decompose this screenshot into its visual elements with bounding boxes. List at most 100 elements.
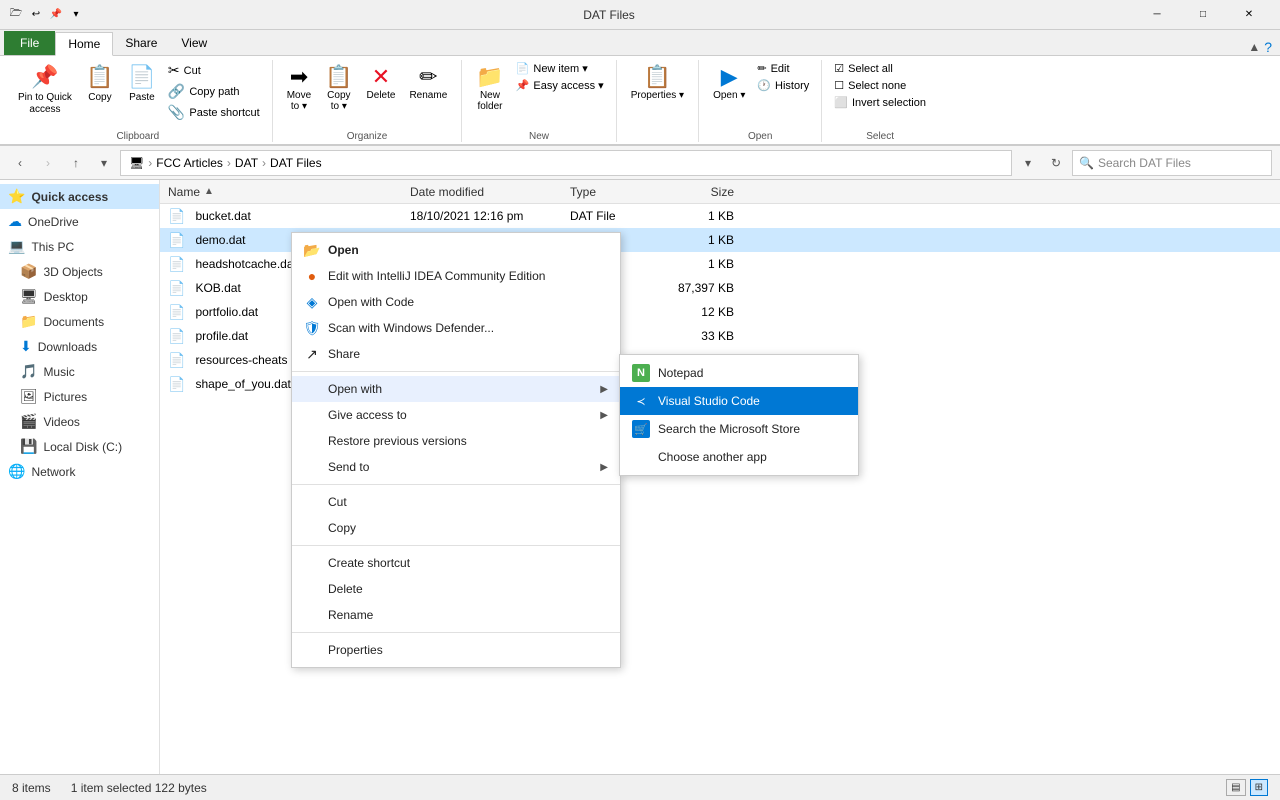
ctx-intellij-item[interactable]: ● Edit with IntelliJ IDEA Community Edit…: [292, 263, 620, 289]
invert-selection-button[interactable]: ⬜ Invert selection: [830, 94, 930, 111]
open-button[interactable]: ▶ Open ▾: [707, 60, 751, 105]
tab-share[interactable]: Share: [113, 31, 169, 55]
ctx-open-with-item[interactable]: Open with ▶: [292, 376, 620, 402]
quick-access-icon1[interactable]: ↩: [28, 7, 44, 23]
ctx-give-access-item[interactable]: Give access to ▶: [292, 402, 620, 428]
path-dat[interactable]: DAT: [235, 156, 258, 170]
maximize-button[interactable]: □: [1180, 0, 1226, 30]
ctx-copy-item[interactable]: Copy: [292, 515, 620, 541]
easy-access-button[interactable]: 📌 Easy access ▾: [512, 77, 608, 94]
sidebar-item-quick-access[interactable]: ⭐ Quick access: [0, 184, 159, 209]
paste-button[interactable]: 📄 Paste: [122, 60, 162, 107]
sidebar-item-documents[interactable]: 📁 Documents: [0, 309, 159, 334]
sidebar-item-pictures[interactable]: 🖼 Pictures: [0, 384, 159, 409]
local-disk-icon: 💾: [20, 438, 37, 455]
copy-button[interactable]: 📋 Copy: [80, 60, 120, 107]
desktop-icon: 🖥: [20, 288, 38, 305]
file-date-bucket: 18/10/2021 12:16 pm: [410, 209, 570, 223]
properties-button[interactable]: 📋 Properties ▾: [625, 60, 690, 105]
sidebar-item-network[interactable]: 🌐 Network: [0, 459, 159, 484]
tab-view[interactable]: View: [169, 31, 219, 55]
ctx-open-icon: 📂: [304, 242, 320, 258]
path-home-icon: 🖥: [129, 156, 144, 170]
sub-vscode-item[interactable]: ≺ Visual Studio Code: [620, 387, 858, 415]
new-folder-button[interactable]: 📁 Newfolder: [470, 60, 509, 116]
new-item-label: New item ▾: [533, 62, 587, 75]
sidebar-desktop-label: Desktop: [44, 290, 88, 304]
ctx-properties-item[interactable]: Properties: [292, 637, 620, 663]
sub-store-item[interactable]: 🛒 Search the Microsoft Store: [620, 415, 858, 443]
new-item-button[interactable]: 📄 New item ▾: [512, 60, 608, 77]
ctx-delete-item[interactable]: Delete: [292, 576, 620, 602]
ribbon-help-icon[interactable]: ?: [1264, 39, 1272, 55]
ctx-vscode-item[interactable]: ◈ Open with Code: [292, 289, 620, 315]
sub-notepad-item[interactable]: N Notepad: [620, 359, 858, 387]
ctx-vscode-label: Open with Code: [328, 295, 414, 309]
dropdown-icon[interactable]: ▾: [68, 7, 84, 23]
copy-to-button[interactable]: 📋 Copyto ▾: [319, 60, 358, 116]
sidebar-item-videos[interactable]: 🎬 Videos: [0, 409, 159, 434]
select-none-button[interactable]: ☐ Select none: [830, 77, 930, 94]
history-button[interactable]: 🕐 History: [753, 77, 813, 94]
close-button[interactable]: ✕: [1226, 0, 1272, 30]
path-datfiles[interactable]: DAT Files: [270, 156, 322, 170]
dropdown-path-button[interactable]: ▾: [1016, 151, 1040, 175]
paste-shortcut-button[interactable]: 📎 Paste shortcut: [164, 102, 264, 123]
delete-button[interactable]: ✕ Delete: [361, 60, 402, 105]
list-view-icon[interactable]: ▤: [1226, 779, 1245, 796]
file-name-shape-label: shape_of_you.dat: [195, 377, 290, 391]
file-row-bucket[interactable]: 📄 bucket.dat 18/10/2021 12:16 pm DAT Fil…: [160, 204, 1280, 228]
sub-other-item[interactable]: Choose another app: [620, 443, 858, 471]
sidebar-item-local-disk[interactable]: 💾 Local Disk (C:): [0, 434, 159, 459]
ctx-rename-item[interactable]: Rename: [292, 602, 620, 628]
details-view-icon[interactable]: ⊞: [1250, 779, 1268, 796]
col-header-size[interactable]: Size: [670, 185, 750, 199]
sidebar-item-desktop[interactable]: 🖥 Desktop: [0, 284, 159, 309]
ctx-properties-icon: [304, 642, 320, 658]
ctx-cut-item[interactable]: Cut: [292, 489, 620, 515]
ctx-restore-item[interactable]: Restore previous versions: [292, 428, 620, 454]
rename-button[interactable]: ✏ Rename: [403, 60, 453, 105]
col-header-name[interactable]: Name ▲: [160, 185, 410, 199]
sidebar-item-this-pc[interactable]: 💻 This PC: [0, 234, 159, 259]
col-header-type[interactable]: Type: [570, 185, 670, 199]
up-button[interactable]: ↑: [64, 151, 88, 175]
sidebar-item-downloads[interactable]: ⬇ Downloads: [0, 334, 159, 359]
refresh-button[interactable]: ↻: [1044, 151, 1068, 175]
path-fcc[interactable]: FCC Articles: [156, 156, 223, 170]
copy-path-button[interactable]: 🔗 Copy path: [164, 81, 264, 102]
address-path[interactable]: 🖥 › FCC Articles › DAT › DAT Files: [120, 150, 1012, 176]
sidebar-item-onedrive[interactable]: ☁ OneDrive: [0, 209, 159, 234]
cut-button[interactable]: ✂ Cut: [164, 60, 264, 81]
ctx-copy-label: Copy: [328, 521, 356, 535]
minimize-button[interactable]: ─: [1134, 0, 1180, 30]
move-to-button[interactable]: ➡ Moveto ▾: [281, 60, 317, 116]
dat-file-icon: 📄: [168, 208, 185, 225]
sidebar-item-3d-objects[interactable]: 📦 3D Objects: [0, 259, 159, 284]
ctx-open-item[interactable]: 📂 Open: [292, 237, 620, 263]
ctx-create-shortcut-item[interactable]: Create shortcut: [292, 550, 620, 576]
recent-locations-button[interactable]: ▾: [92, 151, 116, 175]
main-layout: ⭐ Quick access ☁ OneDrive 💻 This PC 📦 3D…: [0, 180, 1280, 774]
forward-button[interactable]: ›: [36, 151, 60, 175]
new-item-icon: 📄: [516, 62, 530, 75]
search-box[interactable]: 🔍 Search DAT Files: [1072, 150, 1272, 176]
sidebar-item-music[interactable]: 🎵 Music: [0, 359, 159, 384]
col-header-date[interactable]: Date modified: [410, 185, 570, 199]
select-all-button[interactable]: ☑ Select all: [830, 60, 930, 77]
edit-button[interactable]: ✏ Edit: [753, 60, 813, 77]
pin-quick-access-button[interactable]: 📌 Pin to Quickaccess: [12, 60, 78, 120]
select-content: ☑ Select all ☐ Select none ⬜ Invert sele…: [830, 60, 930, 129]
file-size-kob: 87,397 KB: [670, 281, 750, 295]
ctx-delete-icon: [304, 581, 320, 597]
ribbon-collapse-icon[interactable]: ▲: [1248, 40, 1260, 54]
tab-file[interactable]: File: [4, 31, 55, 55]
ctx-scan-item[interactable]: 🛡 Scan with Windows Defender...: [292, 315, 620, 341]
ctx-cut-label: Cut: [328, 495, 347, 509]
back-button[interactable]: ‹: [8, 151, 32, 175]
ctx-scan-label: Scan with Windows Defender...: [328, 321, 494, 335]
ctx-share-item[interactable]: ↗ Share: [292, 341, 620, 367]
quick-access-icon2[interactable]: 📌: [48, 7, 64, 23]
ctx-send-to-item[interactable]: Send to ▶: [292, 454, 620, 480]
tab-home[interactable]: Home: [55, 32, 113, 56]
